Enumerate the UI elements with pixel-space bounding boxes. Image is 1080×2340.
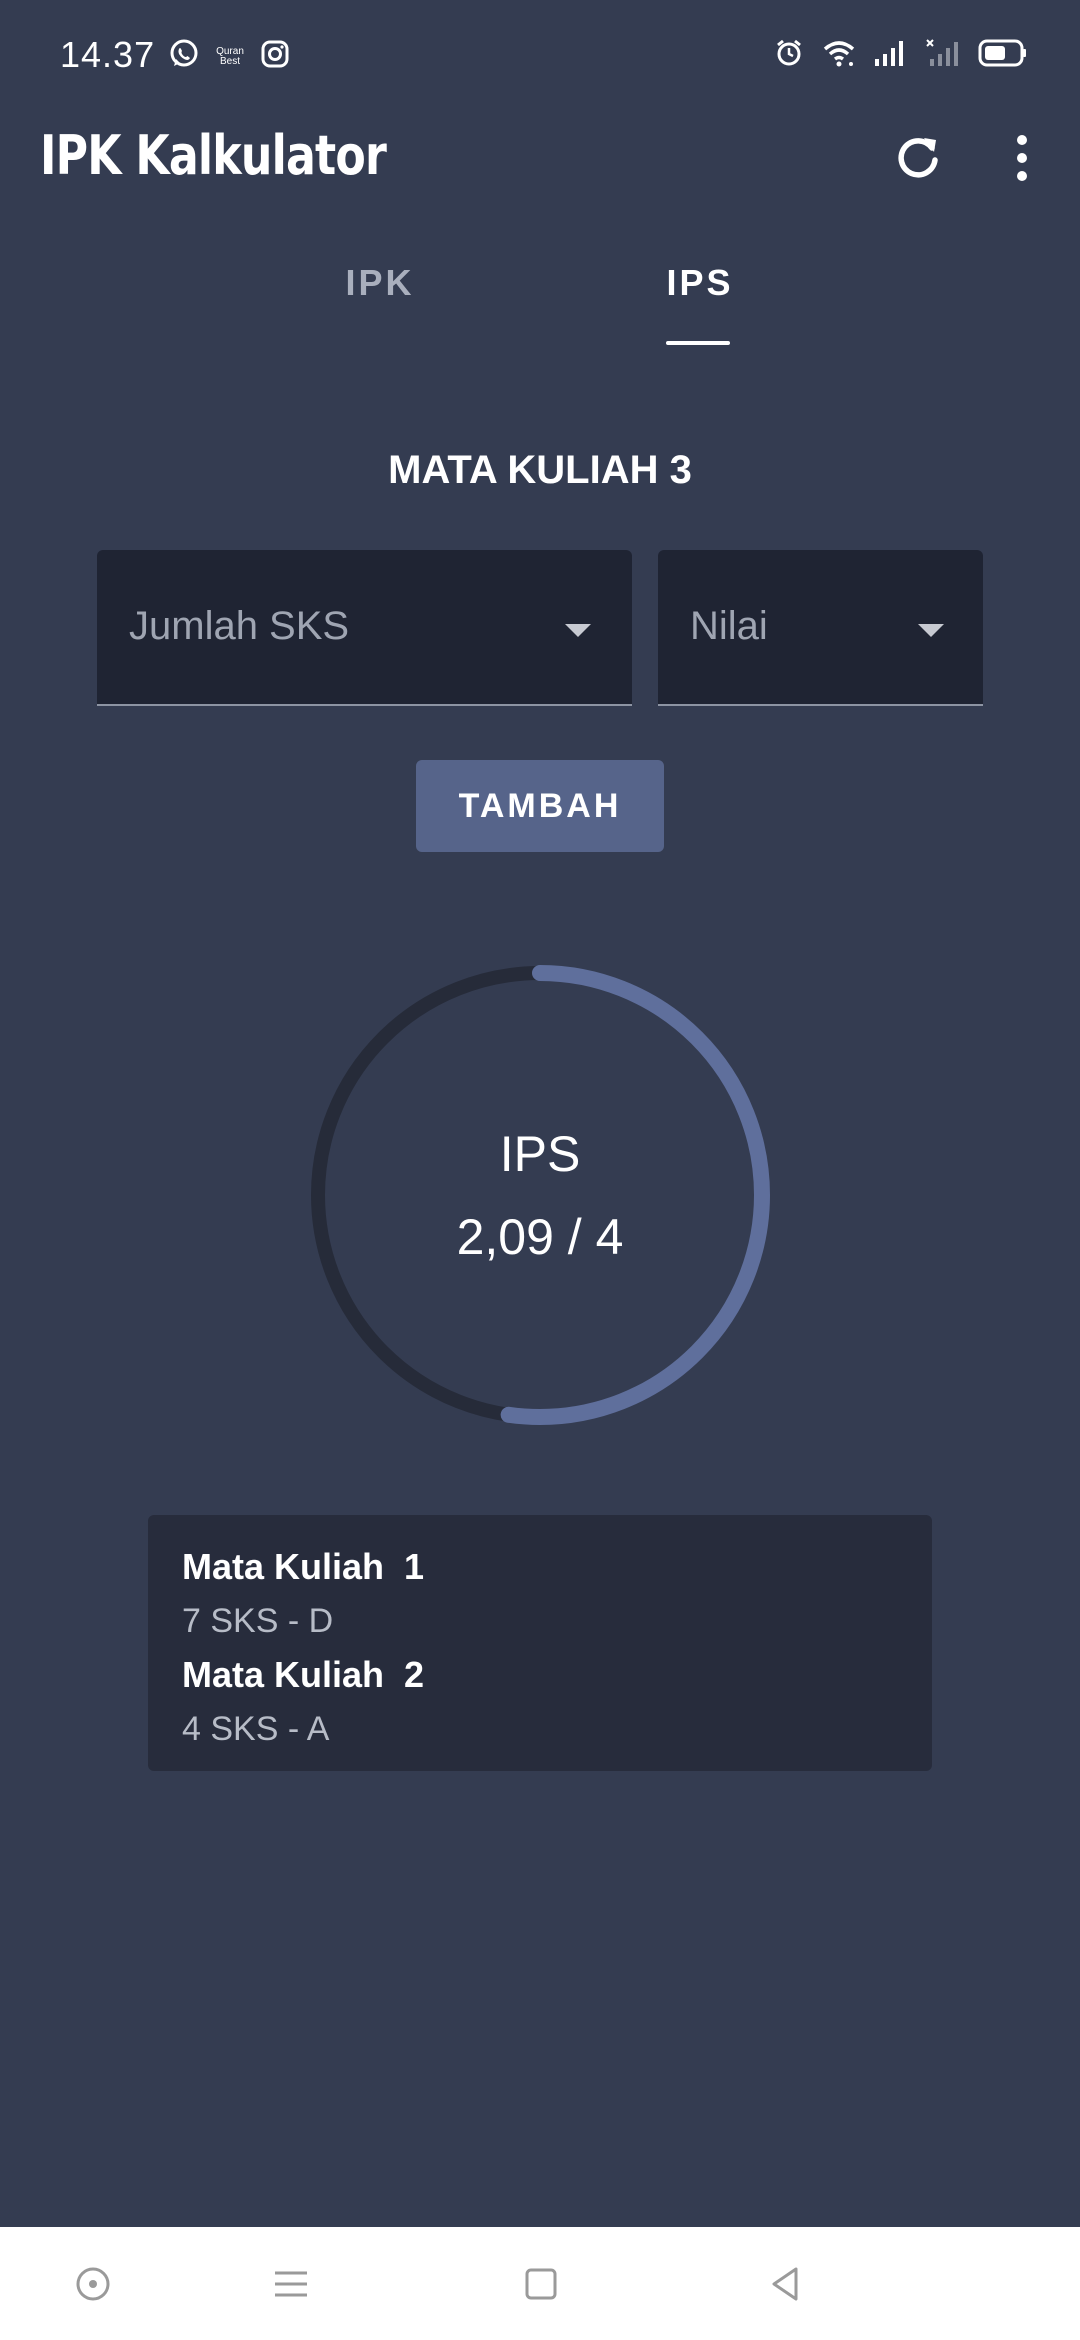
whatsapp-icon — [168, 38, 200, 75]
square-icon[interactable] — [514, 2257, 568, 2311]
quran-label-top: Quran — [216, 45, 244, 57]
more-options-button[interactable] — [1002, 130, 1042, 186]
refresh-button[interactable] — [890, 130, 946, 186]
course-detail: 7 SKS - D — [182, 1602, 334, 1640]
course-detail: 4 SKS - A — [182, 1710, 330, 1748]
ips-value: 2,09 / 4 — [456, 1209, 624, 1265]
quran-label-bottom: Best — [219, 55, 240, 67]
status-bar: 14.37 Quran Best — [0, 0, 1080, 112]
add-course-button[interactable]: TAMBAH — [416, 760, 664, 852]
home-circle-icon[interactable] — [66, 2257, 120, 2311]
nilai-dropdown-label: Nilai — [690, 604, 768, 648]
refresh-icon — [898, 138, 938, 178]
ips-progress-ring — [310, 965, 770, 1425]
alarm-icon — [774, 38, 804, 73]
ips-label: IPS — [499, 1126, 581, 1182]
back-triangle-icon[interactable] — [758, 2257, 812, 2311]
list-item: Mata Kuliah 2 4 SKS - A — [182, 1649, 898, 1757]
tab-ipk[interactable]: IPK — [310, 262, 450, 304]
quran-best-icon: Quran Best — [214, 45, 246, 67]
nilai-dropdown[interactable]: Nilai — [658, 550, 983, 706]
wifi-icon — [822, 38, 856, 73]
menu-lines-icon[interactable] — [264, 2257, 318, 2311]
status-system-icons — [774, 38, 1028, 73]
more-vert-icon — [1017, 135, 1027, 181]
course-list-card: Mata Kuliah 1 7 SKS - D Mata Kuliah 2 4 … — [148, 1515, 932, 1771]
sks-dropdown[interactable]: Jumlah SKS — [97, 550, 632, 706]
list-item: Mata Kuliah 1 7 SKS - D — [182, 1541, 898, 1649]
app-title: IPK Kalkulator — [40, 124, 387, 187]
status-time: 14.37 — [60, 34, 156, 75]
tab-ips[interactable]: IPS — [630, 262, 770, 304]
app-bar: IPK Kalkulator — [0, 112, 1080, 244]
course-form-title: MATA KULIAH 3 — [388, 448, 692, 492]
signal-no-service-icon — [926, 38, 960, 73]
status-app-icons: Quran Best — [168, 38, 290, 75]
tab-indicator — [666, 341, 730, 345]
signal-icon — [874, 39, 908, 72]
sks-dropdown-label: Jumlah SKS — [129, 604, 350, 648]
system-nav-bar — [0, 2227, 1080, 2340]
battery-icon — [978, 38, 1028, 73]
dropdown-arrow-icon — [565, 624, 591, 637]
instagram-icon — [260, 39, 290, 74]
dropdown-arrow-icon — [918, 624, 944, 637]
course-name: Mata Kuliah 2 — [182, 1654, 425, 1695]
course-name: Mata Kuliah 1 — [182, 1546, 425, 1587]
